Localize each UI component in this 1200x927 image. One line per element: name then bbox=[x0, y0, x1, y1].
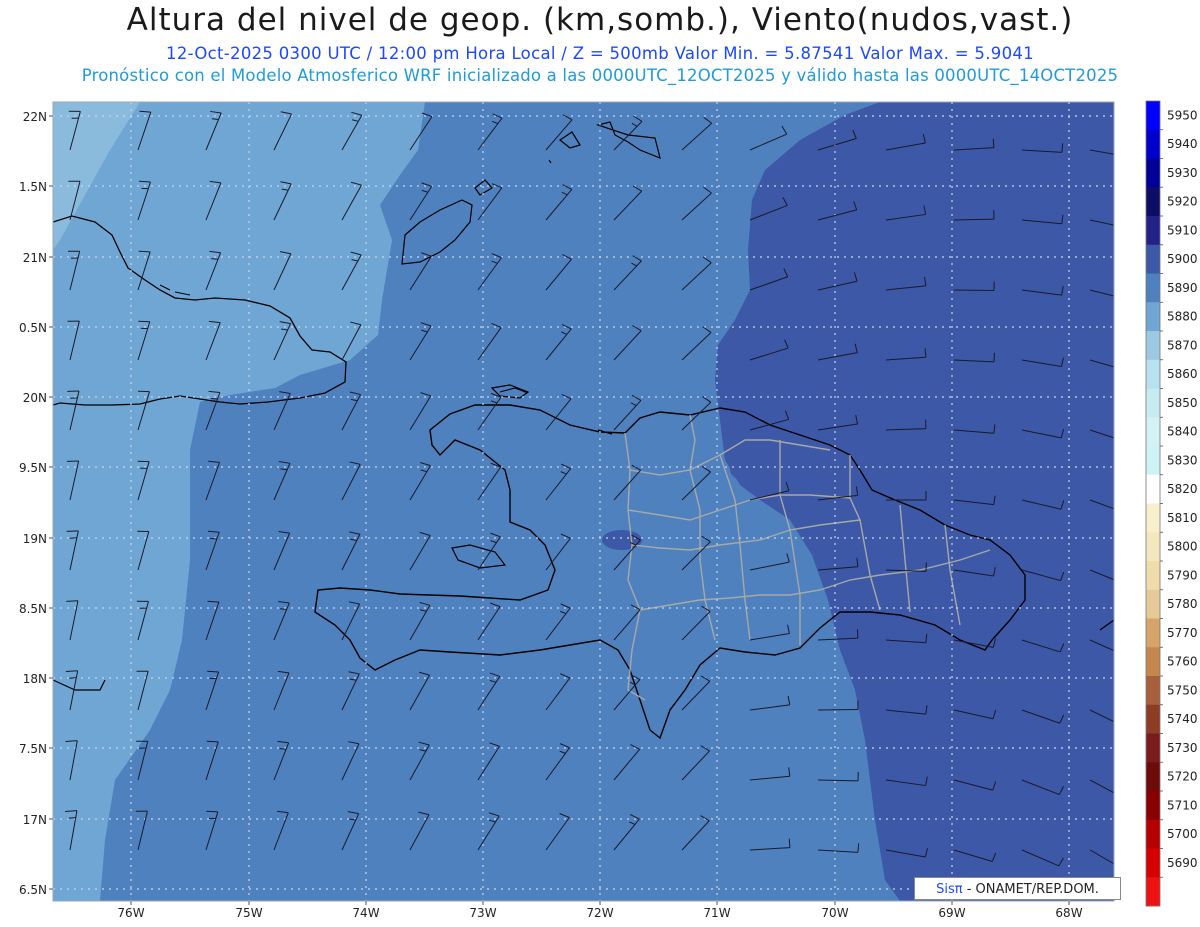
lon-tick-label: 71W bbox=[703, 906, 730, 920]
colorbar-label: 5870 bbox=[1167, 338, 1198, 352]
colorbar-label: 5750 bbox=[1167, 683, 1198, 697]
colorbar-swatch bbox=[1146, 589, 1160, 619]
colorbar-swatch bbox=[1146, 561, 1160, 591]
colorbar-label: 5860 bbox=[1167, 367, 1198, 381]
colorbar-label: 5890 bbox=[1167, 281, 1198, 295]
contour-5900-patch bbox=[602, 530, 642, 550]
credit-box: Sisπ - ONAMET/REP.DOM. bbox=[914, 877, 1121, 900]
colorbar-swatch bbox=[1146, 474, 1160, 504]
colorbar-swatch bbox=[1146, 388, 1160, 418]
colorbar-label: 5760 bbox=[1167, 655, 1198, 669]
colorbar-label: 5700 bbox=[1167, 827, 1198, 841]
colorbar-swatch bbox=[1146, 187, 1160, 217]
credit-logo: Sisπ bbox=[936, 882, 963, 897]
colorbar-swatch bbox=[1146, 417, 1160, 447]
longitude-axis: 76W 75W 74W 73W 72W 71W 70W 69W 68W bbox=[117, 901, 1083, 920]
colorbar-swatch bbox=[1146, 244, 1160, 274]
colorbar-swatch bbox=[1146, 819, 1160, 849]
lat-tick-label: 6.5N bbox=[19, 883, 47, 897]
colorbar-label: 5830 bbox=[1167, 453, 1198, 467]
colorbar-label: 5740 bbox=[1167, 712, 1198, 726]
colorbar-swatch bbox=[1146, 446, 1160, 476]
colorbar-swatch bbox=[1146, 503, 1160, 533]
lat-tick-label: 8.5N bbox=[19, 602, 47, 616]
colorbar-label: 5910 bbox=[1167, 223, 1198, 237]
colorbar-label: 5950 bbox=[1167, 108, 1198, 122]
lon-tick-label: 68W bbox=[1055, 906, 1082, 920]
colorbar-swatch bbox=[1146, 791, 1160, 821]
lat-tick-label: 20N bbox=[23, 391, 47, 405]
colorbar-label: 5900 bbox=[1167, 252, 1198, 266]
lat-tick-label: 9.5N bbox=[19, 461, 47, 475]
colorbar-label: 5920 bbox=[1167, 195, 1198, 209]
colorbar-swatch bbox=[1146, 618, 1160, 648]
colorbar-swatch bbox=[1146, 647, 1160, 677]
contour-5900-patch bbox=[730, 456, 790, 484]
colorbar-swatch bbox=[1146, 704, 1160, 734]
colorbar-swatch bbox=[1146, 273, 1160, 303]
colorbar-label: 5850 bbox=[1167, 396, 1198, 410]
lon-tick-label: 70W bbox=[821, 906, 848, 920]
lon-tick-label: 73W bbox=[469, 906, 496, 920]
colorbar-label: 5710 bbox=[1167, 798, 1198, 812]
colorbar-label: 5880 bbox=[1167, 310, 1198, 324]
colorbar-label: 5800 bbox=[1167, 540, 1198, 554]
colorbar-label: 5720 bbox=[1167, 770, 1198, 784]
lon-tick-label: 75W bbox=[235, 906, 262, 920]
weather-map: 22N 1.5N 21N 0.5N 20N 9.5N 19N 8.5N 18N 7.5N 17N 6.… bbox=[19, 100, 1198, 920]
lon-tick-label: 69W bbox=[938, 906, 965, 920]
lat-tick-label: 0.5N bbox=[19, 321, 47, 335]
colorbar-label: 5940 bbox=[1167, 137, 1198, 151]
lon-tick-label: 76W bbox=[117, 906, 144, 920]
colorbar-swatch bbox=[1146, 216, 1160, 246]
colorbar-label: 5930 bbox=[1167, 166, 1198, 180]
colorbar-swatch bbox=[1146, 848, 1160, 878]
colorbar-swatch bbox=[1146, 359, 1160, 389]
colorbar: 5950 5940 5930 5920 5910 5900 5890 5880 5870 5860… bbox=[1145, 100, 1198, 907]
colorbar-swatch bbox=[1146, 877, 1160, 907]
colorbar-swatch bbox=[1146, 101, 1160, 131]
colorbar-label: 5770 bbox=[1167, 626, 1198, 640]
colorbar-label: 5690 bbox=[1167, 856, 1198, 870]
map-area bbox=[53, 102, 1114, 901]
colorbar-swatch bbox=[1146, 733, 1160, 763]
colorbar-swatch bbox=[1146, 158, 1160, 188]
lat-tick-label: 17N bbox=[23, 813, 47, 827]
colorbar-swatch bbox=[1146, 532, 1160, 562]
colorbar-label: 5730 bbox=[1167, 741, 1198, 755]
colorbar-label: 5810 bbox=[1167, 511, 1198, 525]
lon-tick-label: 74W bbox=[352, 906, 379, 920]
lat-tick-label: 21N bbox=[23, 251, 47, 265]
lat-tick-label: 7.5N bbox=[19, 742, 47, 756]
colorbar-swatch bbox=[1146, 302, 1160, 332]
colorbar-swatch bbox=[1146, 676, 1160, 706]
colorbar-swatch bbox=[1146, 762, 1160, 792]
credit-text: - ONAMET/REP.DOM. bbox=[966, 882, 1099, 897]
colorbar-label: 5790 bbox=[1167, 568, 1198, 582]
colorbar-label: 5840 bbox=[1167, 425, 1198, 439]
colorbar-swatch bbox=[1146, 331, 1160, 361]
colorbar-label: 5820 bbox=[1167, 482, 1198, 496]
latitude-axis: 22N 1.5N 21N 0.5N 20N 9.5N 19N 8.5N 18N 7.5N 17N 6.… bbox=[19, 110, 53, 897]
lat-tick-label: 18N bbox=[23, 672, 47, 686]
lat-tick-label: 22N bbox=[23, 110, 47, 124]
lon-tick-label: 72W bbox=[586, 906, 613, 920]
lat-tick-label: 19N bbox=[23, 532, 47, 546]
colorbar-swatch bbox=[1146, 129, 1160, 159]
colorbar-label: 5780 bbox=[1167, 597, 1198, 611]
lat-tick-label: 1.5N bbox=[19, 180, 47, 194]
